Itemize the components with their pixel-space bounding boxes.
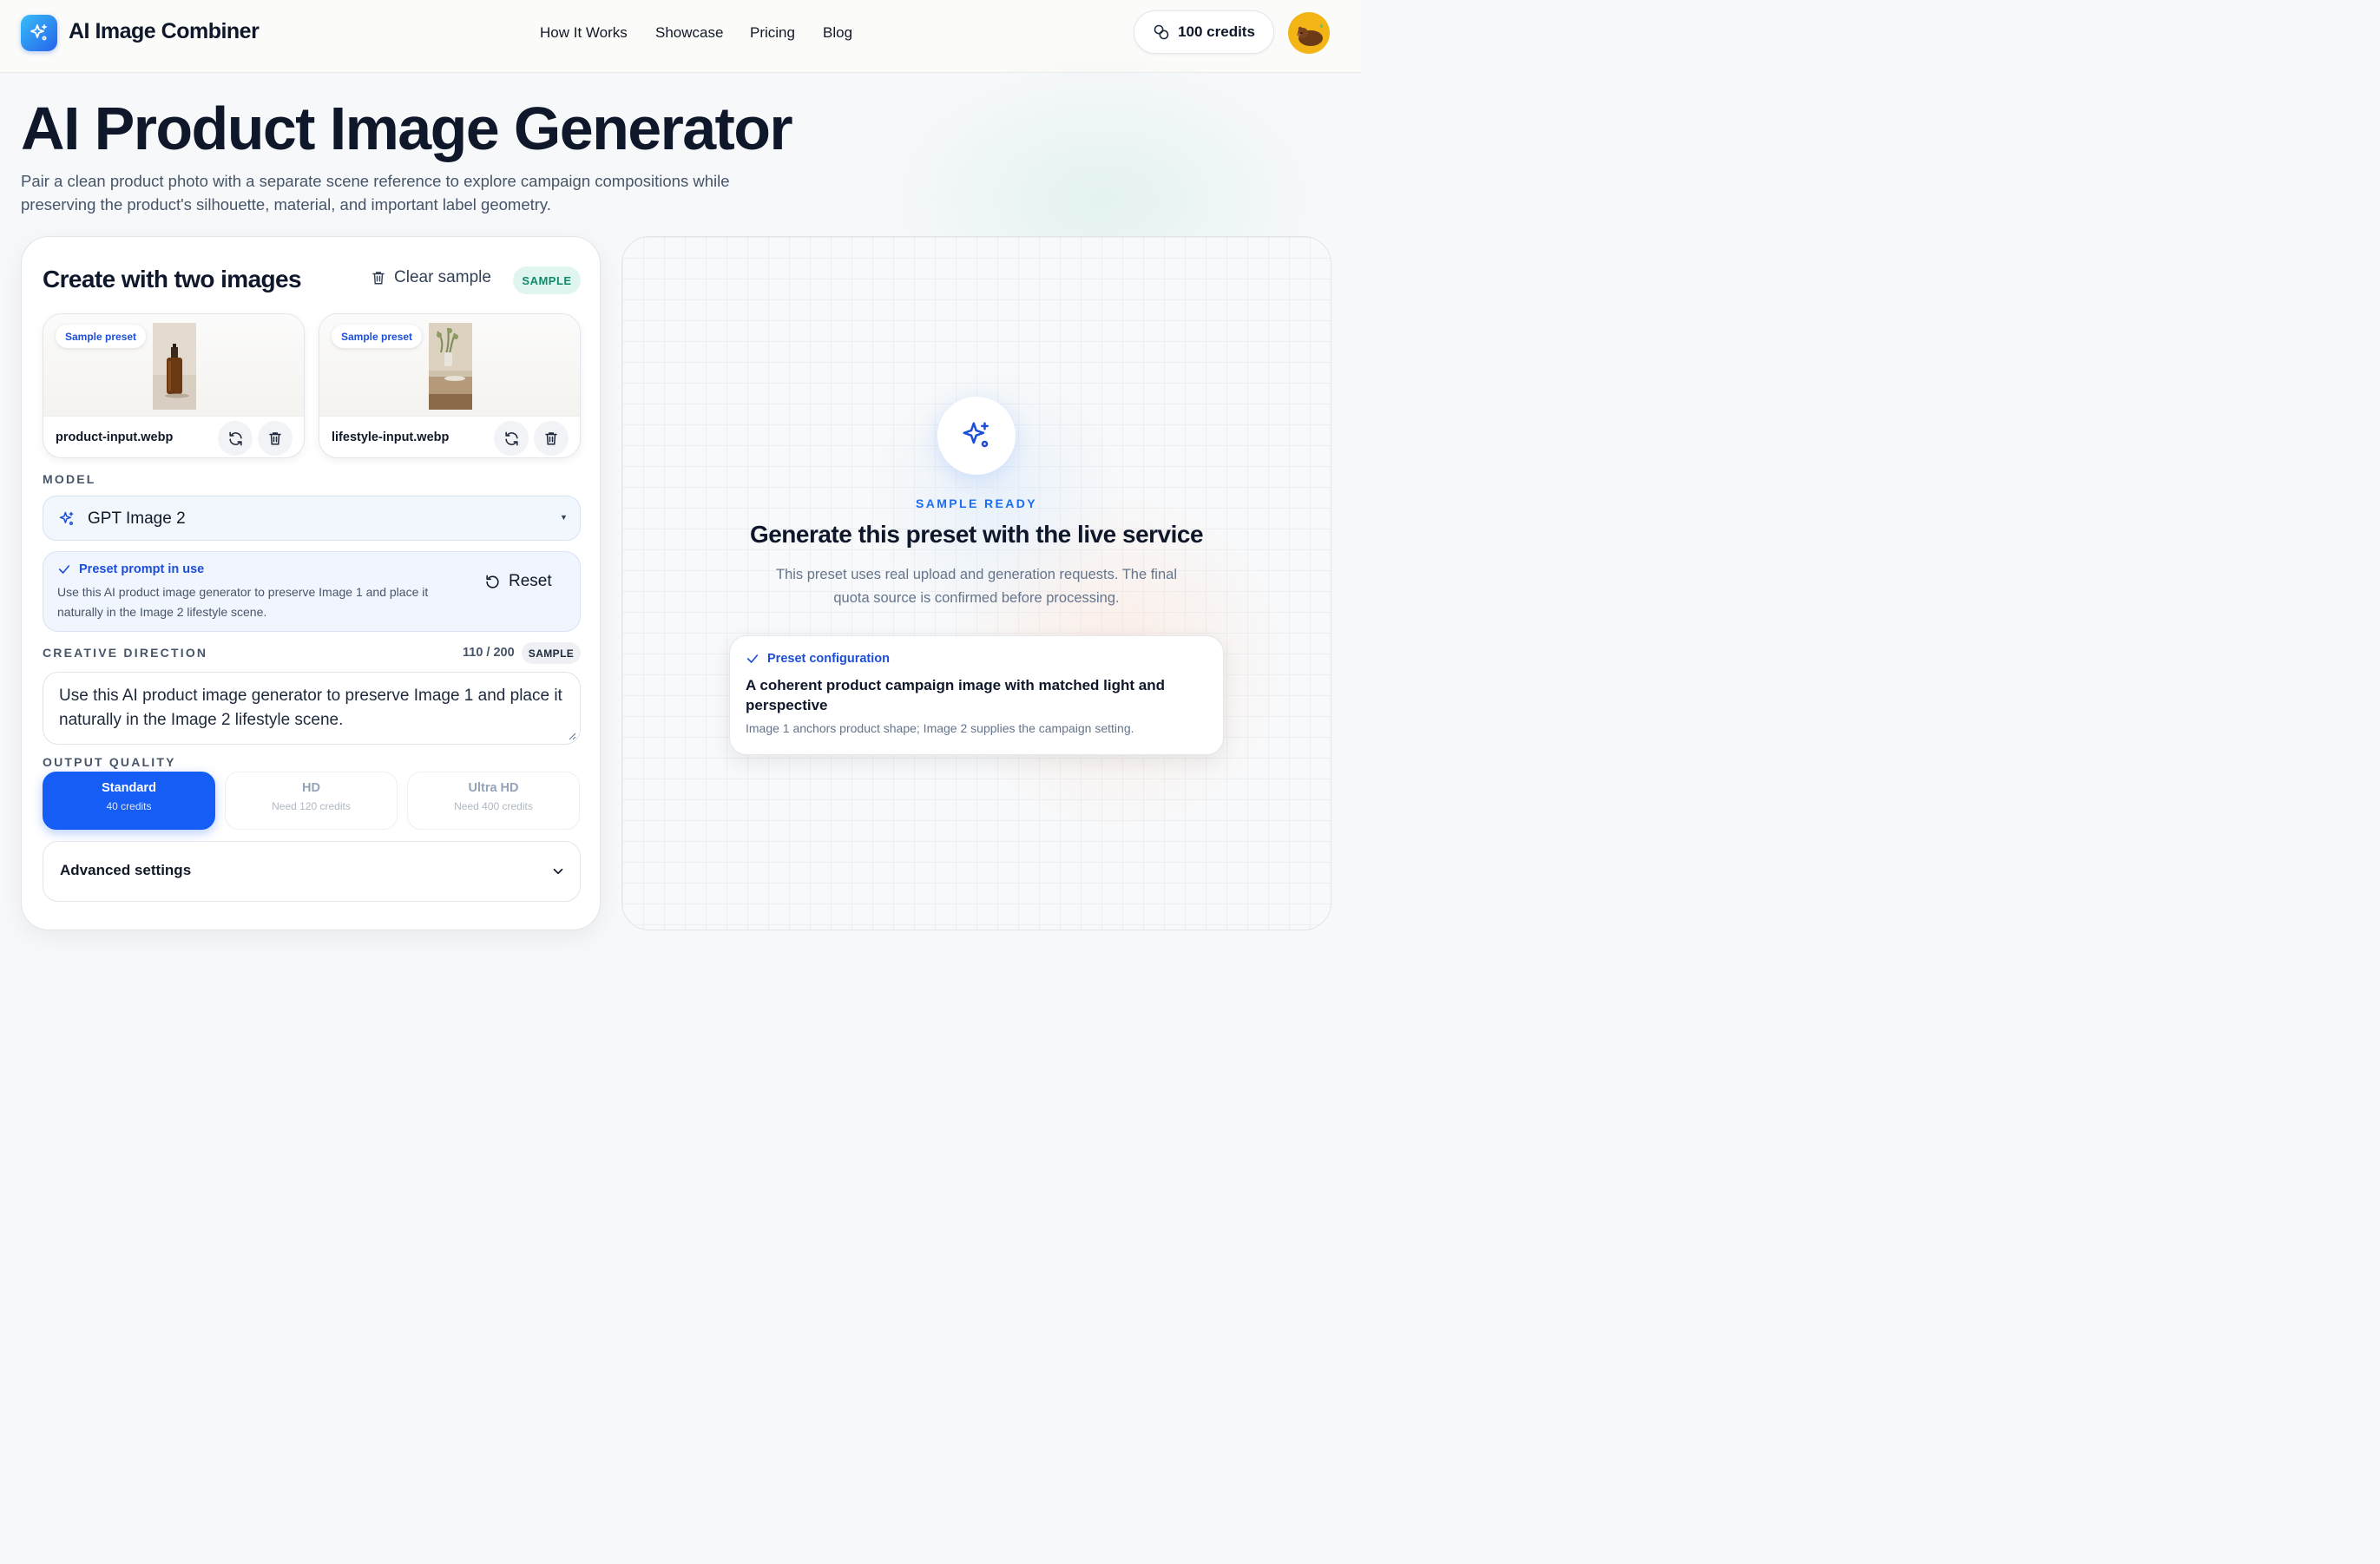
product-thumbnail [153,323,196,410]
quality-option-credits: Need 400 credits [454,800,533,812]
trash-icon [545,432,557,445]
sparkle-icon [59,511,74,526]
quality-option-name: HD [302,781,320,795]
config-header-label: Preset configuration [767,652,890,666]
delete-lifestyle-button[interactable] [534,421,569,456]
credits-label: 100 credits [1178,23,1255,40]
avatar[interactable] [1288,12,1330,54]
credits-button[interactable]: 100 credits [1134,10,1274,54]
creator-title: Create with two images [43,266,302,292]
replace-product-button[interactable] [218,421,253,456]
quality-option-hd[interactable]: HD Need 120 credits [225,772,398,830]
advanced-settings-toggle[interactable]: Advanced settings [43,841,581,902]
reset-button[interactable]: Reset [484,572,552,591]
resize-handle-icon[interactable] [568,732,576,740]
check-icon [746,654,759,663]
preview-description: This preset uses real upload and generat… [776,567,1177,606]
page-subtitle: Pair a clean product photo with a separa… [21,172,730,214]
model-select[interactable]: GPT Image 2 ▼ [43,496,581,541]
lifestyle-upload-card[interactable]: Sample preset lifestyle-input.webp [319,313,581,458]
sparkle-icon [963,422,989,448]
lifestyle-preview: Sample preset [319,314,580,417]
nav-how-it-works[interactable]: How It Works [540,24,628,42]
config-header: Preset configuration [746,652,890,666]
nav-blog[interactable]: Blog [823,24,852,42]
creative-sample-badge: SAMPLE [522,642,581,664]
creative-direction-label: CREATIVE DIRECTION [43,646,208,660]
clear-sample-label: Clear sample [394,268,491,286]
output-quality-label: OUTPUT QUALITY [43,755,176,769]
sample-badge: SAMPLE [513,266,581,294]
product-preview: Sample preset [43,314,304,417]
check-icon [58,565,70,574]
preview-badge [937,397,1016,475]
delete-product-button[interactable] [258,421,293,456]
preset-prompt-title: Preset prompt in use [79,562,205,576]
nav-pricing[interactable]: Pricing [750,24,795,42]
quality-option-name: Standard [102,781,156,795]
lifestyle-thumbnail [429,323,472,410]
status-label: SAMPLE READY [915,496,1038,510]
refresh-icon [228,431,242,445]
refresh-icon [504,431,518,445]
character-counter: 110 / 200 [463,646,515,660]
nav-showcase[interactable]: Showcase [655,24,723,42]
chevron-down-icon [553,868,563,875]
creative-direction-input[interactable]: Use this AI product image generator to p… [43,672,581,745]
preset-tag: Sample preset [56,325,147,348]
quality-option-ultra-hd[interactable]: Ultra HD Need 400 credits [407,772,580,830]
advanced-settings-label: Advanced settings [60,862,192,878]
quality-option-standard[interactable]: Standard 40 credits [43,772,215,830]
logo[interactable] [21,15,57,51]
preset-prompt-header: Preset prompt in use [57,562,204,576]
preview-title: Generate this preset with the live servi… [749,521,1204,548]
preset-configuration-card: Preset configuration A coherent product … [729,635,1224,755]
trash-icon [269,432,281,445]
page-title: AI Product Image Generator [21,95,793,162]
sparkle-icon [30,24,47,41]
model-select-value: GPT Image 2 [88,509,186,528]
trash-icon [372,272,385,285]
quality-option-name: Ultra HD [468,781,519,795]
product-file-name: product-input.webp [56,430,174,444]
preset-tag: Sample preset [332,325,423,348]
reset-label: Reset [509,572,552,590]
coins-icon [1154,24,1169,40]
replace-lifestyle-button[interactable] [494,421,529,456]
creative-direction-value: Use this AI product image generator to p… [59,687,562,729]
preset-prompt-text: Use this AI product image generator to p… [57,585,429,619]
bear-avatar [1297,23,1323,46]
brand-name[interactable]: AI Image Combiner [69,19,260,44]
lifestyle-file-name: lifestyle-input.webp [332,430,450,444]
model-label: MODEL [43,472,96,486]
preview-panel: SAMPLE READY Generate this preset with t… [621,236,1331,930]
caret-down-icon: ▼ [560,513,568,522]
clear-sample-button[interactable]: Clear sample [371,268,491,287]
reset-icon [486,575,499,588]
config-note: Image 1 anchors product shape; Image 2 s… [746,721,1134,735]
creator-panel: Create with two images Clear sample SAMP… [21,236,601,930]
quality-option-credits: 40 credits [106,800,152,812]
quality-option-credits: Need 120 credits [272,800,351,812]
preset-prompt-box: Preset prompt in use Use this AI product… [43,551,581,632]
product-upload-card[interactable]: Sample preset product-input.webp [43,313,305,458]
config-title: A coherent product campaign image with m… [746,677,1165,713]
